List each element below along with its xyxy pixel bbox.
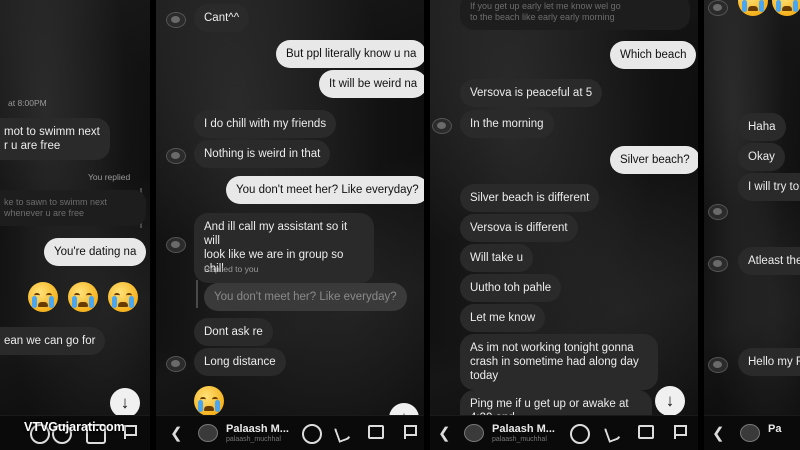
message-bubble: Cant^^ [194, 4, 250, 32]
scroll-down-button[interactable]: ↓ [655, 386, 685, 416]
chevron-left-icon[interactable]: ❮ [170, 424, 183, 442]
chevron-left-icon[interactable]: ❮ [712, 424, 725, 442]
quoted-message: ke to sawn to swimm next whenever u are … [0, 190, 146, 226]
crying-emoji [68, 282, 98, 312]
message-bubble-sent: Silver beach? [610, 146, 698, 174]
replied-label: You replied [88, 172, 131, 182]
message-bubble: Versova is peaceful at 5 [460, 79, 603, 107]
chat-header-bar: ❮ Palaash M... palaash_muchhal [156, 415, 424, 450]
chat-panel-4: Haha Okay I will try to Atleast the Hell… [704, 0, 800, 450]
chat-panel-3: If you get up early let me know wel go t… [430, 0, 698, 450]
reply-indicator [196, 280, 198, 308]
message-bubble: Let me know [460, 304, 546, 332]
video-camera-icon[interactable] [638, 425, 654, 439]
flag-icon[interactable] [674, 425, 687, 439]
message-bubble: I will try to [738, 173, 800, 201]
video-camera-icon[interactable] [368, 425, 384, 439]
avatar [708, 357, 728, 373]
message-bubble: Hello my R [738, 348, 800, 376]
message-bubble-sent: You don't meet her? Like everyday? [226, 176, 424, 204]
avatar [166, 148, 186, 164]
link-icon[interactable] [302, 424, 322, 444]
contact-name[interactable]: Palaash M... [492, 423, 555, 435]
contact-name-truncated[interactable]: Pa [768, 423, 781, 435]
phone-icon[interactable] [333, 423, 353, 443]
profile-avatar[interactable] [464, 424, 484, 442]
message-bubble: Uutho toh pahle [460, 274, 562, 302]
message-bubble: Atleast the [738, 247, 800, 275]
message-bubble: Dont ask re [194, 318, 273, 346]
message-bubble-sent: But ppl literally know u na [276, 40, 424, 68]
contact-name[interactable]: Palaash M... [226, 423, 289, 435]
avatar [166, 12, 186, 28]
quoted-message: If you get up early let me know wel go t… [460, 0, 690, 30]
message-bubble: Nothing is weird in that [194, 140, 331, 168]
screenshot-collage: at 8:00PM mot to swimm next r u are free… [0, 0, 800, 450]
crying-emoji [108, 282, 138, 312]
crying-emoji [772, 0, 800, 16]
message-bubble-sent: It will be weird na [319, 70, 424, 98]
quoted-message: You don't meet her? Like everyday? [204, 283, 407, 311]
message-bubble: I do chill with my friends [194, 110, 337, 138]
chat-panel-2: Cant^^ But ppl literally know u na It wi… [156, 0, 424, 450]
avatar [708, 0, 728, 16]
watermark: VTVGujarati.com [24, 420, 125, 434]
message-bubble: Okay [738, 143, 785, 171]
crying-emoji [194, 386, 224, 416]
avatar [708, 256, 728, 272]
message-bubble: Versova is different [460, 214, 578, 242]
replied-label: Replied to you [204, 264, 259, 274]
message-bubble: Long distance [194, 348, 286, 376]
crying-emoji [28, 282, 58, 312]
phone-icon[interactable] [603, 423, 623, 443]
message-bubble-sent: You're dating na [44, 238, 147, 266]
contact-handle: palaash_muchhal [226, 436, 281, 443]
profile-avatar[interactable] [198, 424, 218, 442]
contact-handle: palaash_muchhal [492, 436, 547, 443]
message-bubble: As im not working tonight gonna crash in… [460, 334, 658, 390]
message-bubble: ean we can go for [0, 327, 106, 355]
chat-header-bar: ❮ Pa [704, 415, 800, 450]
avatar [708, 204, 728, 220]
link-icon[interactable] [570, 424, 590, 444]
message-bubble-sent: Which beach [610, 41, 697, 69]
profile-avatar[interactable] [740, 424, 760, 442]
message-bubble: In the morning [460, 110, 554, 138]
message-bubble: Haha [738, 113, 786, 141]
message-bubble: Will take u [460, 244, 534, 272]
message-bubble: Silver beach is different [460, 184, 600, 212]
timestamp: at 8:00PM [8, 98, 47, 108]
avatar [166, 237, 186, 253]
message-bubble: mot to swimm next r u are free [0, 118, 110, 160]
crying-emoji [738, 0, 768, 16]
chevron-left-icon[interactable]: ❮ [438, 424, 451, 442]
avatar [432, 118, 452, 134]
chat-panel-1: at 8:00PM mot to swimm next r u are free… [0, 0, 150, 450]
avatar [166, 356, 186, 372]
scroll-down-button[interactable]: ↓ [110, 388, 140, 418]
flag-icon[interactable] [404, 425, 417, 439]
chat-header-bar: ❮ Palaash M... palaash_muchhal [430, 415, 698, 450]
